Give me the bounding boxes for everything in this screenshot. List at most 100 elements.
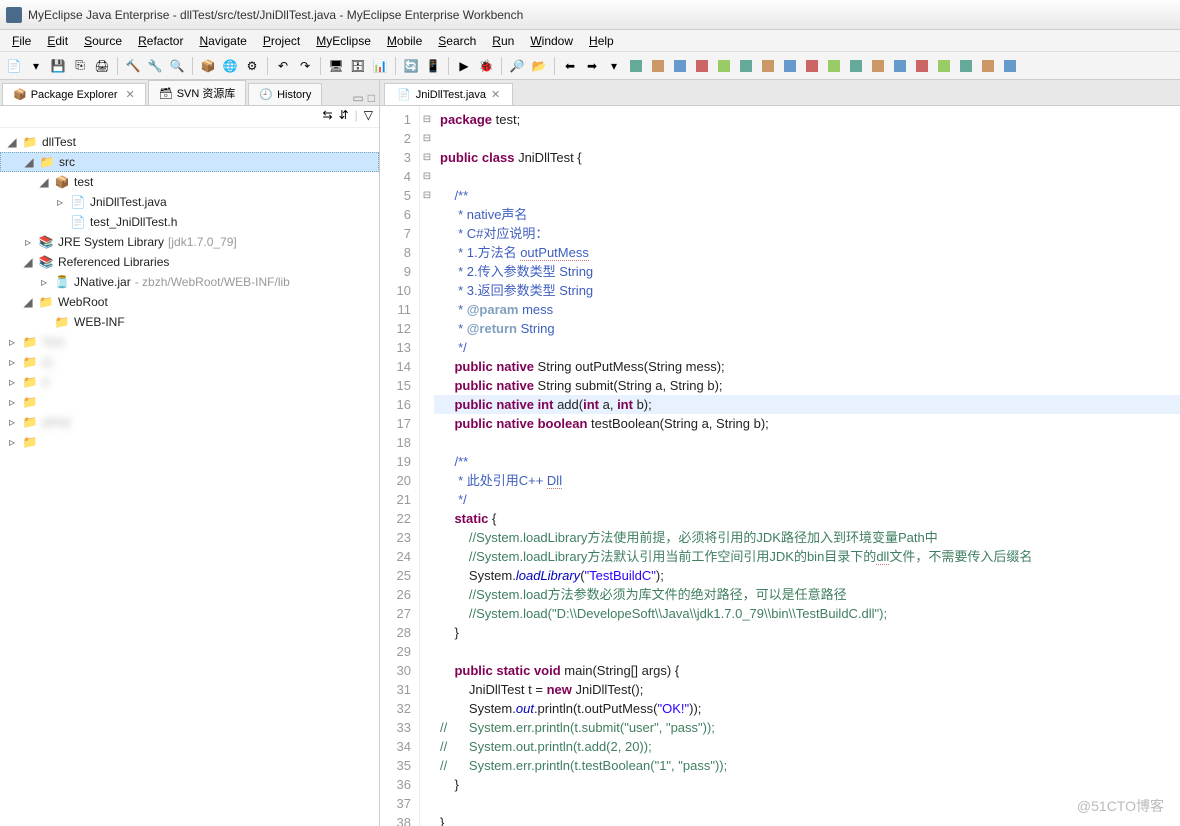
tree-file-h[interactable]: 📄test_JniDllTest.h — [0, 212, 379, 232]
toolbar-btn-extra-6[interactable] — [758, 56, 778, 76]
fold-toggle[interactable]: ⊟ — [420, 110, 434, 129]
toolbar-btn-12[interactable]: ⚙ — [242, 56, 262, 76]
toolbar-btn-18[interactable]: 🗄 — [348, 56, 368, 76]
toolbar-btn-extra-14[interactable] — [934, 56, 954, 76]
toolbar-btn-extra-11[interactable] — [868, 56, 888, 76]
code-line-18[interactable] — [440, 433, 1174, 452]
code-line-12[interactable]: * @return String — [440, 319, 1174, 338]
code-line-2[interactable] — [440, 129, 1174, 148]
sidebar-tab-1[interactable]: 🗃SVN 资源库 — [148, 80, 247, 105]
code-line-27[interactable]: //System.load("D:\\DevelopeSoft\\Java\\j… — [440, 604, 1174, 623]
code-line-14[interactable]: public native String outPutMess(String m… — [440, 357, 1174, 376]
code-content[interactable]: package test; public class JniDllTest { … — [434, 106, 1180, 826]
toolbar-btn-extra-2[interactable] — [670, 56, 690, 76]
code-line-13[interactable]: */ — [440, 338, 1174, 357]
close-icon[interactable]: ✕ — [126, 88, 135, 101]
toolbar-btn-extra-16[interactable] — [978, 56, 998, 76]
code-line-30[interactable]: public static void main(String[] args) { — [440, 661, 1174, 680]
tree-project[interactable]: ◢📁dllTest — [0, 132, 379, 152]
menu-source[interactable]: Source — [76, 32, 130, 50]
toolbar-btn-27[interactable]: 🔎 — [507, 56, 527, 76]
tree-blur-6[interactable]: ▹📁 — [0, 432, 379, 452]
toolbar-btn-extra-13[interactable] — [912, 56, 932, 76]
fold-toggle[interactable]: ⊟ — [420, 148, 434, 167]
tree-src[interactable]: ◢📁src — [0, 152, 379, 172]
collapse-all-icon[interactable]: ⇆ — [323, 108, 333, 125]
menu-refactor[interactable]: Refactor — [130, 32, 191, 50]
code-line-38[interactable]: } — [440, 813, 1174, 826]
tree-webroot[interactable]: ◢📁WebRoot — [0, 292, 379, 312]
link-editor-icon[interactable]: ⇵ — [339, 108, 349, 125]
code-line-17[interactable]: public native boolean testBoolean(String… — [440, 414, 1174, 433]
twisty-icon[interactable]: ▹ — [6, 355, 18, 369]
toolbar-btn-extra-4[interactable] — [714, 56, 734, 76]
toolbar-btn-2[interactable]: 💾 — [48, 56, 68, 76]
menu-window[interactable]: Window — [522, 32, 581, 50]
toolbar-btn-1[interactable]: ▾ — [26, 56, 46, 76]
toolbar-btn-4[interactable]: 🖨 — [92, 56, 112, 76]
code-line-19[interactable]: /** — [440, 452, 1174, 471]
fold-toggle[interactable]: ⊟ — [420, 186, 434, 205]
sidebar-tab-0[interactable]: 📦Package Explorer✕ — [2, 83, 146, 105]
view-menu-icon[interactable]: ▽ — [364, 108, 373, 125]
toolbar-btn-28[interactable]: 📂 — [529, 56, 549, 76]
toolbar-btn-15[interactable]: ↷ — [295, 56, 315, 76]
menu-help[interactable]: Help — [581, 32, 622, 50]
toolbar-btn-22[interactable]: 📱 — [423, 56, 443, 76]
tree-jnative[interactable]: ▹🫙JNative.jar - zbzh/WebRoot/WEB-INF/lib — [0, 272, 379, 292]
code-line-6[interactable]: * native声名 — [440, 205, 1174, 224]
code-line-7[interactable]: * C#对应说明： — [440, 224, 1174, 243]
code-line-11[interactable]: * @param mess — [440, 300, 1174, 319]
code-line-22[interactable]: static { — [440, 509, 1174, 528]
code-line-23[interactable]: //System.loadLibrary方法使用前提，必须将引用的JDK路径加入… — [440, 528, 1174, 547]
code-line-35[interactable]: // System.err.println(t.testBoolean("1",… — [440, 756, 1174, 775]
twisty-icon[interactable]: ◢ — [38, 175, 50, 189]
code-line-31[interactable]: JniDllTest t = new JniDllTest(); — [440, 680, 1174, 699]
code-line-32[interactable]: System.out.println(t.outPutMess("OK!")); — [440, 699, 1174, 718]
twisty-icon[interactable]: ▹ — [6, 335, 18, 349]
code-line-4[interactable] — [440, 167, 1174, 186]
tree-file-java[interactable]: ▹📄JniDllTest.java — [0, 192, 379, 212]
toolbar-btn-8[interactable]: 🔍 — [167, 56, 187, 76]
close-icon[interactable]: ✕ — [491, 88, 500, 101]
toolbar-btn-0[interactable]: 📄 — [4, 56, 24, 76]
code-line-37[interactable] — [440, 794, 1174, 813]
tree-blur-5[interactable]: ▹📁 yline] — [0, 412, 379, 432]
menu-project[interactable]: Project — [255, 32, 308, 50]
toolbar-btn-14[interactable]: ↶ — [273, 56, 293, 76]
tree-webinf[interactable]: 📁WEB-INF — [0, 312, 379, 332]
toolbar-btn-extra-3[interactable] — [692, 56, 712, 76]
menu-run[interactable]: Run — [484, 32, 522, 50]
code-line-9[interactable]: * 2.传入参数类型 String — [440, 262, 1174, 281]
toolbar-btn-6[interactable]: 🔨 — [123, 56, 143, 76]
toolbar-btn-extra-5[interactable] — [736, 56, 756, 76]
fold-toggle[interactable]: ⊟ — [420, 167, 434, 186]
toolbar-btn-3[interactable]: ⎘ — [70, 56, 90, 76]
code-line-20[interactable]: * 此处引用C++ Dll — [440, 471, 1174, 490]
twisty-icon[interactable]: ▹ — [6, 395, 18, 409]
code-line-16[interactable]: public native int add(int a, int b); — [434, 395, 1180, 414]
menu-navigate[interactable]: Navigate — [191, 32, 254, 50]
twisty-icon[interactable]: ◢ — [22, 295, 34, 309]
code-line-3[interactable]: public class JniDllTest { — [440, 148, 1174, 167]
code-line-10[interactable]: * 3.返回参数类型 String — [440, 281, 1174, 300]
code-line-1[interactable]: package test; — [440, 110, 1174, 129]
menu-edit[interactable]: Edit — [39, 32, 76, 50]
tree-blur-1[interactable]: ▹📁Test — [0, 332, 379, 352]
code-line-26[interactable]: //System.load方法参数必须为库文件的绝对路径，可以是任意路径 — [440, 585, 1174, 604]
editor-tab-jnidlltest[interactable]: 📄 JniDllTest.java ✕ — [384, 83, 513, 105]
code-line-25[interactable]: System.loadLibrary("TestBuildC"); — [440, 566, 1174, 585]
twisty-icon[interactable]: ◢ — [22, 255, 34, 269]
code-line-8[interactable]: * 1.方法名 outPutMess — [440, 243, 1174, 262]
twisty-icon[interactable]: ◢ — [6, 135, 18, 149]
tree-blur-3[interactable]: ▹📁 d — [0, 372, 379, 392]
twisty-icon[interactable]: ▹ — [6, 435, 18, 449]
twisty-icon[interactable]: ▹ — [6, 375, 18, 389]
toolbar-btn-32[interactable]: ▾ — [604, 56, 624, 76]
toolbar-btn-extra-9[interactable] — [824, 56, 844, 76]
code-editor[interactable]: 1234567891011121314151617181920212223242… — [380, 106, 1180, 826]
toolbar-btn-extra-12[interactable] — [890, 56, 910, 76]
code-line-5[interactable]: /** — [440, 186, 1174, 205]
code-line-15[interactable]: public native String submit(String a, St… — [440, 376, 1174, 395]
fold-column[interactable]: ⊟ ⊟ ⊟ ⊟ ⊟ — [420, 106, 434, 826]
